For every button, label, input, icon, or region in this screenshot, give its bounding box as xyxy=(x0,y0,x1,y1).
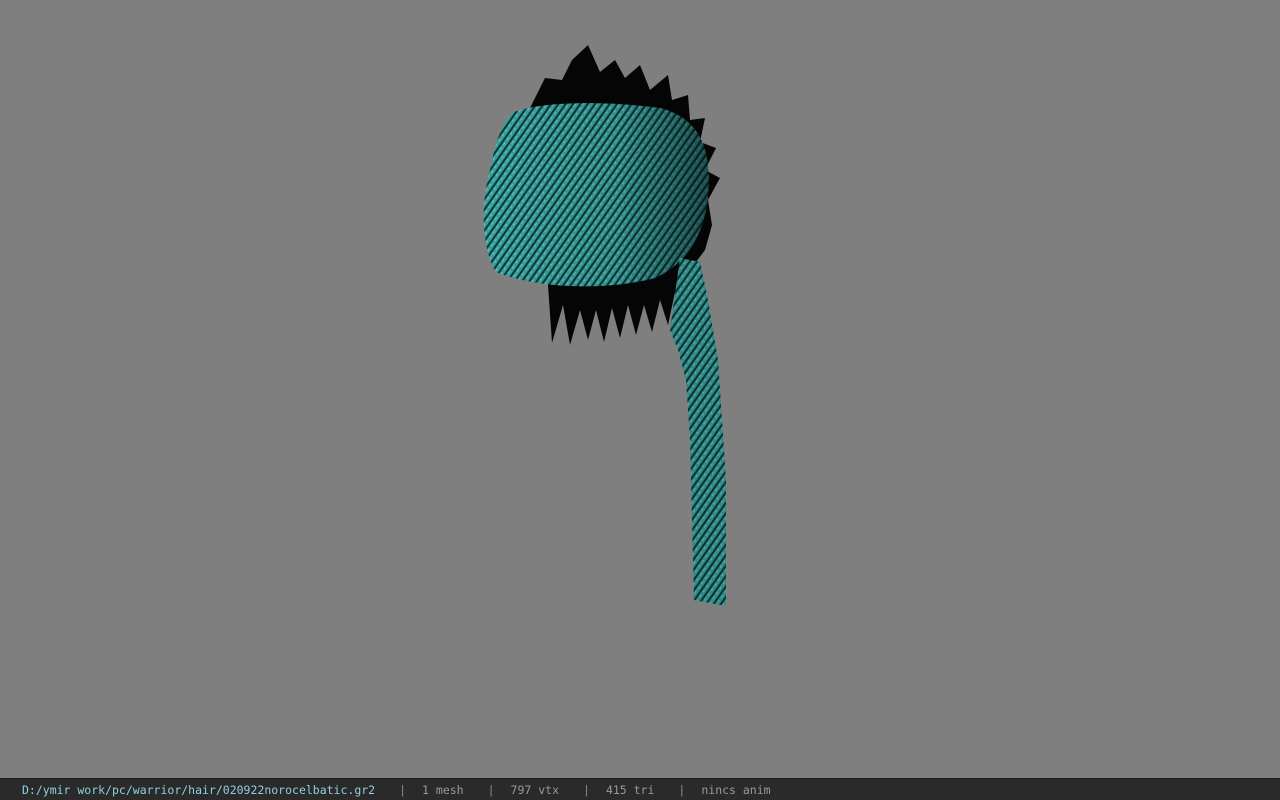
separator: | xyxy=(678,782,686,797)
separator: | xyxy=(487,782,495,797)
file-path-label: D:/ymir work/pc/warrior/hair/020922noroc… xyxy=(22,782,376,797)
separator: | xyxy=(399,782,407,797)
anim-status-label: nincs anim xyxy=(701,782,771,797)
vertex-count-label: 797 vtx xyxy=(510,782,559,797)
triangle-count-label: 415 tri xyxy=(605,782,655,797)
mesh-count-label: 1 mesh xyxy=(422,782,464,797)
model-render xyxy=(483,45,726,606)
status-bar: D:/ymir work/pc/warrior/hair/020922noroc… xyxy=(0,778,1280,800)
3d-viewport[interactable] xyxy=(0,0,1280,778)
separator: | xyxy=(583,782,590,797)
